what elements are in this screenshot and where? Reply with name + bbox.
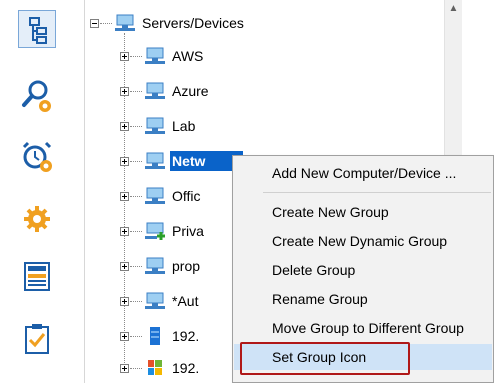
tree-item-label: Lab [172,118,196,134]
tree-item[interactable]: 192. [120,357,199,379]
tree-connector [130,335,142,337]
menu-item-delete-group[interactable]: Delete Group [234,257,492,283]
expand-icon[interactable] [120,121,129,131]
left-toolbar [0,0,86,383]
network-group-icon [144,292,166,310]
tree-item-label: Azure [172,83,209,99]
menu-item-create-new-dynamic-group[interactable]: Create New Dynamic Group [234,228,492,254]
tree-connector [130,367,142,369]
menu-item-move-group[interactable]: Move Group to Different Group [234,315,492,341]
tree-item-label: AWS [172,48,204,64]
checklist-icon [25,324,49,354]
expand-icon[interactable] [120,51,129,61]
network-group-add-icon [144,222,166,240]
alarm-settings-icon [22,141,52,172]
windows-icon [144,359,166,377]
search-settings-button[interactable] [18,78,56,116]
tree-connector [130,160,142,162]
checklist-button[interactable] [18,320,56,358]
alarm-settings-button[interactable] [18,138,56,176]
tree-item-label: Priva [172,223,204,239]
tree-item-label: Offic [172,188,201,204]
settings-icon [24,206,50,232]
tree-item[interactable]: AWS [120,45,203,67]
network-group-icon [144,117,166,135]
tree-view-icon [29,17,47,44]
tree-root[interactable]: Servers/Devices [90,12,244,34]
search-settings-icon [22,80,51,112]
expand-icon[interactable] [120,156,129,166]
tree-view-button[interactable] [18,10,56,48]
expand-icon[interactable] [120,296,129,306]
tree-item[interactable]: Lab [120,115,195,137]
tree-root-label: Servers/Devices [142,15,244,31]
tree-connector [130,195,142,197]
expand-icon[interactable] [120,86,129,96]
tree-item[interactable]: Azure [120,80,209,102]
tree-item[interactable]: *Aut [120,290,198,312]
expand-icon[interactable] [120,226,129,236]
tree-item-label: 192. [172,360,200,376]
collapse-icon[interactable] [90,18,99,28]
tree-item-label: 192. [172,328,200,344]
scroll-up-icon[interactable]: ▲ [445,0,462,17]
tree-item-label: prop [172,258,201,274]
tree-item[interactable]: Offic [120,185,201,207]
network-group-icon [144,82,166,100]
tree-connector [130,230,142,232]
server-icon [144,327,166,345]
network-group-icon [114,14,136,32]
menu-item-add-new-computer-device[interactable]: Add New Computer/Device ... [234,160,492,186]
news-button[interactable] [18,257,56,295]
expand-icon[interactable] [120,261,129,271]
tree-connector [130,265,142,267]
menu-separator [263,192,491,193]
news-icon [24,262,50,291]
tree-item-selected[interactable]: Netw [120,150,244,172]
network-group-icon [144,47,166,65]
tree-item-label: *Aut [172,293,199,309]
network-group-icon [144,152,166,170]
tree-item[interactable]: 192. [120,325,199,347]
tree-connector [130,55,142,57]
tree-item[interactable]: Priva [120,220,204,242]
tree-connector [130,90,142,92]
menu-item-rename-group[interactable]: Rename Group [234,286,492,312]
menu-item-create-new-group[interactable]: Create New Group [234,199,492,225]
settings-button[interactable] [18,200,56,238]
expand-icon[interactable] [120,363,129,373]
tree-connector [100,22,112,24]
tree-item[interactable]: prop [120,255,200,277]
network-group-icon [144,257,166,275]
network-group-icon [144,187,166,205]
expand-icon[interactable] [120,191,129,201]
expand-icon[interactable] [120,331,129,341]
tree-connector [130,300,142,302]
tree-connector [130,125,142,127]
highlight-callout-box [240,342,410,375]
toolbar-separator [84,0,85,383]
